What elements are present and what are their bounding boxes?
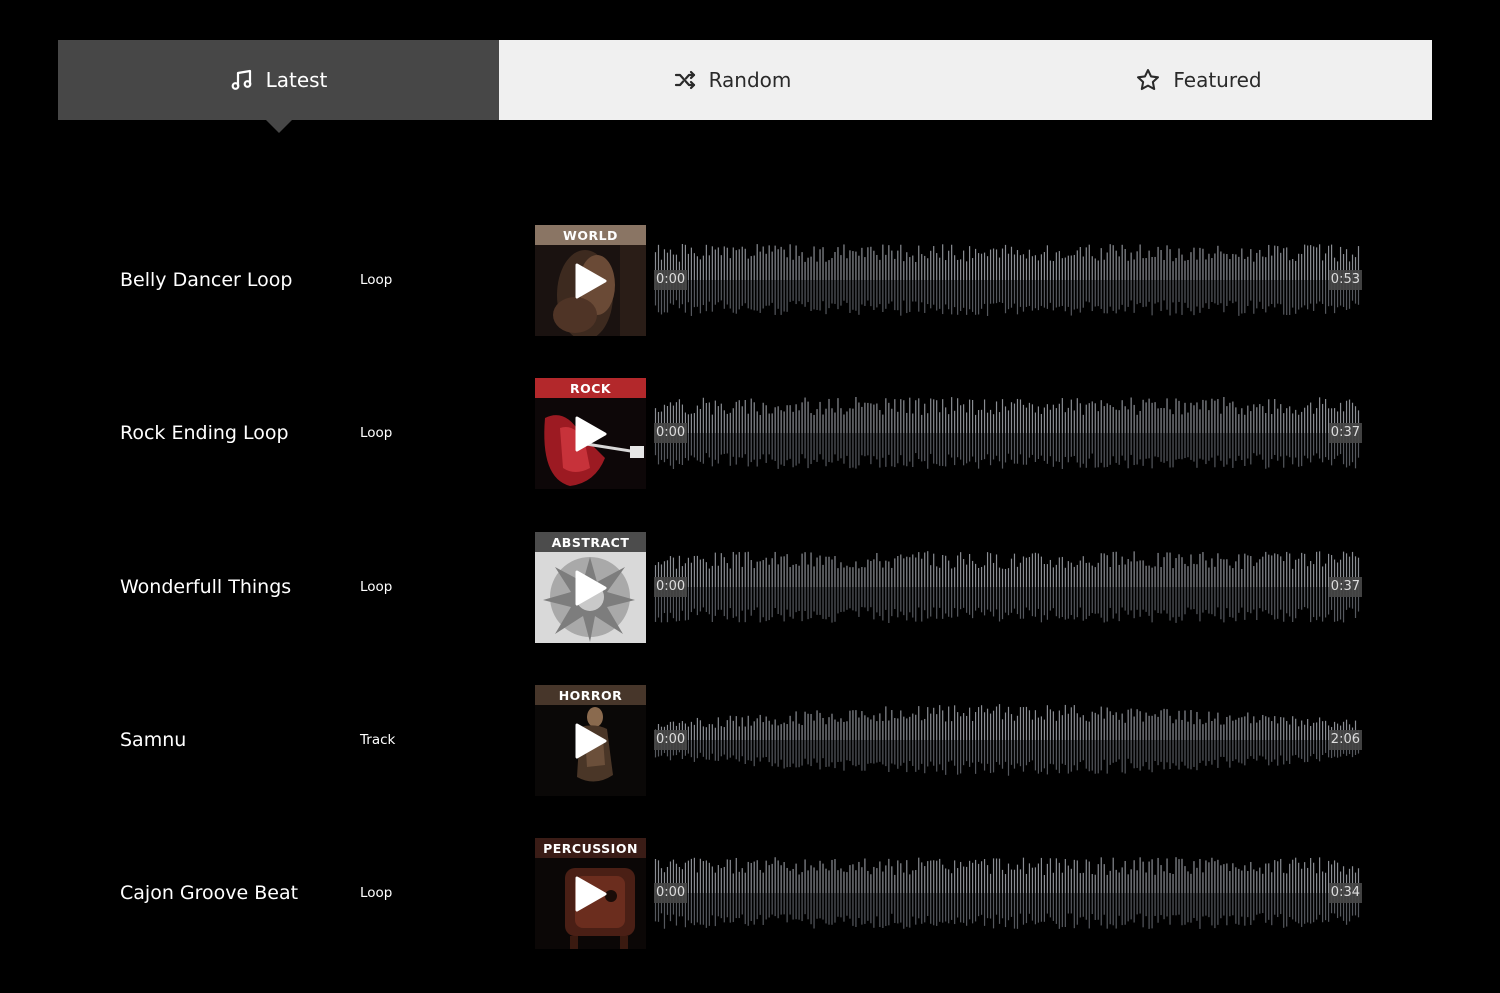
track-type: Loop (360, 885, 393, 901)
tab-label: Latest (265, 68, 328, 92)
genre-label: ABSTRACT (535, 532, 646, 552)
album-art-play[interactable]: PERCUSSION (535, 838, 646, 949)
track-row: Belly Dancer Loop Loop WORLD 0:00 0:53 (0, 225, 1500, 337)
track-row: Rock Ending Loop Loop ROCK 0:00 0:37 (0, 378, 1500, 490)
tab-label: Random (708, 68, 792, 92)
shuffle-icon (673, 68, 697, 92)
tab-random[interactable]: Random (499, 40, 965, 120)
current-time: 0:00 (654, 883, 688, 903)
album-art-play[interactable]: WORLD (535, 225, 646, 336)
play-icon[interactable] (574, 263, 608, 303)
play-icon[interactable] (574, 570, 608, 610)
waveform[interactable] (654, 547, 1360, 627)
track-title[interactable]: Samnu (120, 729, 186, 751)
duration: 2:06 (1328, 730, 1362, 750)
tab-latest[interactable]: Latest (58, 40, 499, 120)
play-icon[interactable] (574, 876, 608, 916)
duration: 0:37 (1328, 423, 1362, 443)
tab-featured[interactable]: Featured (965, 40, 1432, 120)
current-time: 0:00 (654, 577, 688, 597)
waveform[interactable] (654, 853, 1360, 933)
genre-label: WORLD (535, 225, 646, 245)
album-art-play[interactable]: HORROR (535, 685, 646, 796)
track-row: Cajon Groove Beat Loop PERCUSSION 0:00 0… (0, 838, 1500, 950)
duration: 0:53 (1328, 270, 1362, 290)
tab-bar: Latest Random Featured (58, 40, 1432, 120)
track-type: Loop (360, 425, 393, 441)
tab-label: Featured (1173, 68, 1262, 92)
album-art-play[interactable]: ABSTRACT (535, 532, 646, 643)
track-title[interactable]: Wonderfull Things (120, 576, 291, 598)
play-icon[interactable] (574, 723, 608, 763)
track-type: Track (360, 732, 396, 748)
current-time: 0:00 (654, 730, 688, 750)
play-icon[interactable] (574, 416, 608, 456)
track-title[interactable]: Cajon Groove Beat (120, 882, 298, 904)
album-art-play[interactable]: ROCK (535, 378, 646, 489)
genre-label: PERCUSSION (535, 838, 646, 858)
waveform[interactable] (654, 700, 1360, 780)
waveform[interactable] (654, 240, 1360, 320)
current-time: 0:00 (654, 270, 688, 290)
genre-label: HORROR (535, 685, 646, 705)
track-title[interactable]: Belly Dancer Loop (120, 269, 292, 291)
track-type: Loop (360, 272, 393, 288)
track-title[interactable]: Rock Ending Loop (120, 422, 289, 444)
duration: 0:37 (1328, 577, 1362, 597)
track-type: Loop (360, 579, 393, 595)
star-icon (1135, 67, 1161, 93)
genre-label: ROCK (535, 378, 646, 398)
track-row: Wonderfull Things Loop ABSTRACT 0:00 0:3… (0, 532, 1500, 644)
waveform[interactable] (654, 393, 1360, 473)
duration: 0:34 (1328, 883, 1362, 903)
track-row: Samnu Track HORROR 0:00 2:06 (0, 685, 1500, 797)
current-time: 0:00 (654, 423, 688, 443)
music-note-icon (230, 68, 254, 92)
